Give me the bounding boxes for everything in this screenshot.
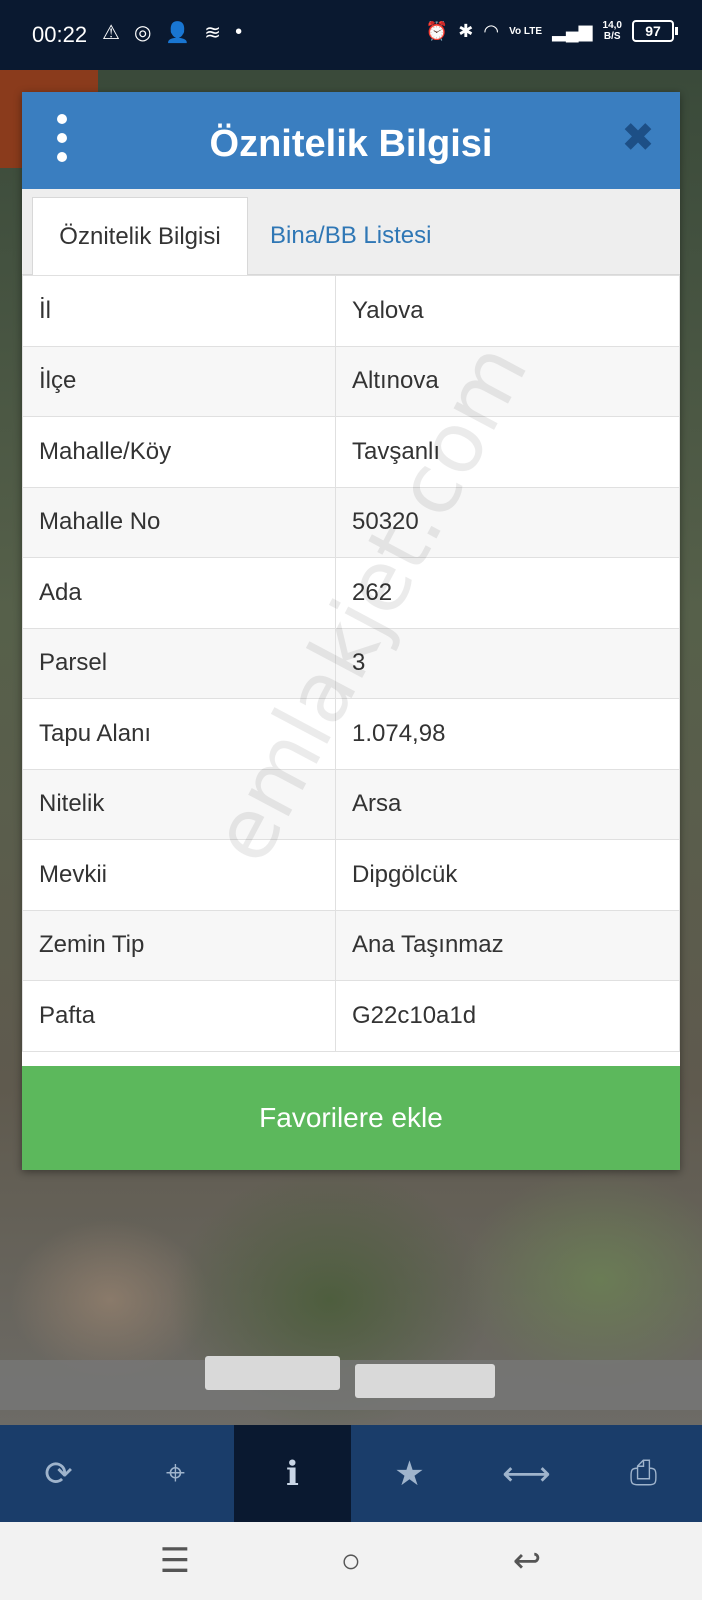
table-row: Mahalle No 50320 bbox=[22, 486, 680, 558]
network-speed: 14,0 B/S bbox=[602, 20, 622, 42]
add-favorite-button[interactable]: Favorilere ekle bbox=[22, 1066, 680, 1170]
warning-icon: ⚠ bbox=[102, 22, 120, 44]
refresh-icon[interactable]: ⟳ bbox=[0, 1425, 117, 1522]
print-icon[interactable]: ⎙ bbox=[585, 1425, 702, 1522]
home-icon[interactable]: ○ bbox=[328, 1538, 374, 1584]
dot-icon: • bbox=[235, 21, 243, 43]
attr-value: 262 bbox=[335, 557, 680, 629]
close-icon[interactable]: ✖ bbox=[618, 118, 658, 158]
map-truck bbox=[355, 1364, 495, 1398]
alarm-icon: ⏰ bbox=[425, 20, 449, 41]
attr-value: 3 bbox=[335, 627, 680, 699]
attr-key: İl bbox=[22, 275, 336, 347]
table-row: Mevkii Dipgölcük bbox=[22, 839, 680, 911]
locate-icon[interactable]: ⌖ bbox=[117, 1425, 234, 1522]
dialog-title: Öznitelik Bilgisi bbox=[209, 123, 493, 165]
attr-key: Mahalle/Köy bbox=[22, 416, 336, 488]
table-row: Tapu Alanı 1.074,98 bbox=[22, 698, 680, 770]
tab-building-list[interactable]: Bina/BB Listesi bbox=[270, 197, 431, 275]
attr-value: Altınova bbox=[335, 345, 680, 417]
attr-key: Pafta bbox=[22, 980, 336, 1052]
system-nav-bar: ☰ ○ ↩ bbox=[0, 1522, 702, 1600]
chrome-icon: ◎ bbox=[133, 22, 152, 44]
tab-attribute-info[interactable]: Öznitelik Bilgisi bbox=[32, 197, 248, 276]
table-row: İlçe Altınova bbox=[22, 345, 680, 417]
dialog-header: Öznitelik Bilgisi ✖ bbox=[22, 92, 680, 189]
attribute-table: İl Yalova İlçe Altınova Mahalle/Köy Tavşanl… bbox=[22, 275, 680, 1052]
table-row: İl Yalova bbox=[22, 275, 680, 347]
attr-value: Dipgölcük bbox=[335, 839, 680, 911]
attr-key: Zemin Tip bbox=[22, 909, 336, 981]
star-icon[interactable]: ★ bbox=[351, 1425, 468, 1522]
wifi-icon: ◠ bbox=[483, 20, 500, 41]
map-truck bbox=[205, 1356, 340, 1390]
attr-value: Tavşanlı bbox=[335, 416, 680, 488]
cell-signal-icon: ▂▄▆ bbox=[552, 20, 593, 41]
attribute-dialog: Öznitelik Bilgisi ✖ Öznitelik Bilgisi Bi… bbox=[22, 92, 680, 1170]
attr-key: Mevkii bbox=[22, 839, 336, 911]
table-row: Zemin Tip Ana Taşınmaz bbox=[22, 909, 680, 981]
attr-value: G22c10a1d bbox=[335, 980, 680, 1052]
attr-value: Arsa bbox=[335, 768, 680, 840]
bluetooth-icon: ✱ bbox=[458, 20, 474, 41]
table-row: Ada 262 bbox=[22, 557, 680, 629]
status-time: 00:22 bbox=[32, 22, 88, 47]
attr-key: Tapu Alanı bbox=[22, 698, 336, 770]
volte-indicator: Vo LTE bbox=[509, 25, 543, 37]
attr-value: Ana Taşınmaz bbox=[335, 909, 680, 981]
person-add-icon: 👤 bbox=[165, 22, 191, 44]
signal-wave-icon: ≋ bbox=[204, 22, 222, 44]
attr-value: Yalova bbox=[335, 275, 680, 347]
status-notification-icons: ⚠ ◎ 👤 ≋ • bbox=[102, 20, 242, 45]
attr-key: Ada bbox=[22, 557, 336, 629]
bottom-toolbar: ⟳ ⌖ i ★ ⟷ ⎙ bbox=[0, 1425, 702, 1522]
attr-key: Parsel bbox=[22, 627, 336, 699]
more-options-icon[interactable] bbox=[52, 114, 72, 162]
dialog-tabs: Öznitelik Bilgisi Bina/BB Listesi bbox=[22, 189, 680, 276]
table-row: Parsel 3 bbox=[22, 627, 680, 699]
attr-value: 50320 bbox=[335, 486, 680, 558]
back-icon[interactable]: ↩ bbox=[504, 1538, 550, 1584]
attr-value: 1.074,98 bbox=[335, 698, 680, 770]
info-icon[interactable]: i bbox=[234, 1425, 351, 1522]
attr-key: İlçe bbox=[22, 345, 336, 417]
battery-indicator: 97 bbox=[632, 20, 678, 42]
measure-icon[interactable]: ⟷ bbox=[468, 1425, 585, 1522]
status-system-icons: ⏰ ✱ ◠ Vo LTE ▂▄▆ 14,0 B/S 97 bbox=[425, 20, 678, 42]
attr-key: Nitelik bbox=[22, 768, 336, 840]
status-bar: 00:22 ⚠ ◎ 👤 ≋ • ⏰ ✱ ◠ Vo LTE ▂▄▆ 14,0 B/S… bbox=[0, 0, 702, 70]
table-row: Nitelik Arsa bbox=[22, 768, 680, 840]
table-row: Mahalle/Köy Tavşanlı bbox=[22, 416, 680, 488]
menu-icon[interactable]: ☰ bbox=[152, 1538, 198, 1584]
map-road bbox=[0, 1360, 702, 1410]
table-row: Pafta G22c10a1d bbox=[22, 980, 680, 1052]
attr-key: Mahalle No bbox=[22, 486, 336, 558]
